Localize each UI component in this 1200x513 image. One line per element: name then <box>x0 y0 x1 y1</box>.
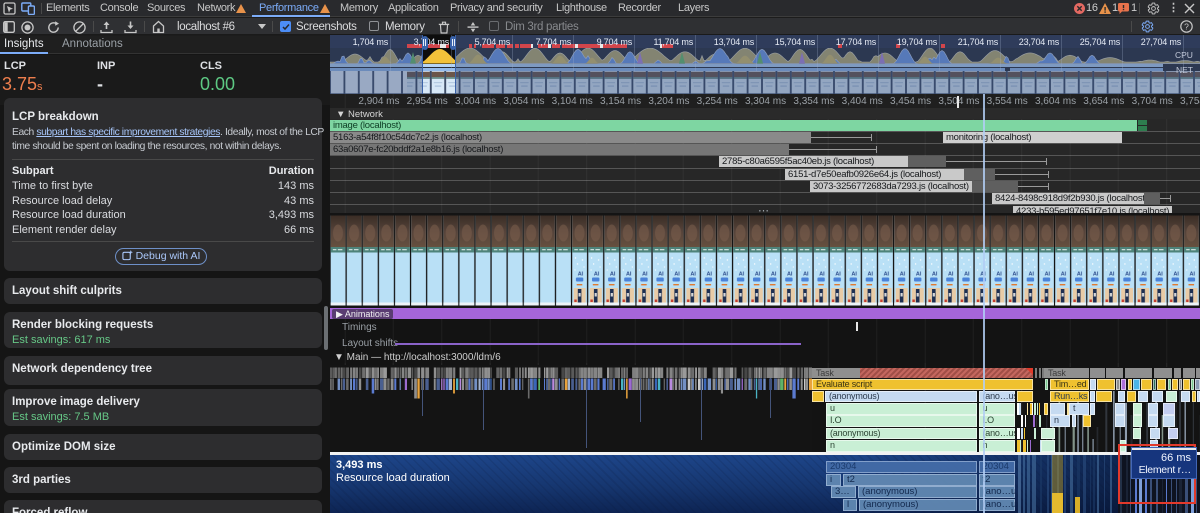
svg-text:?: ? <box>1184 21 1189 31</box>
